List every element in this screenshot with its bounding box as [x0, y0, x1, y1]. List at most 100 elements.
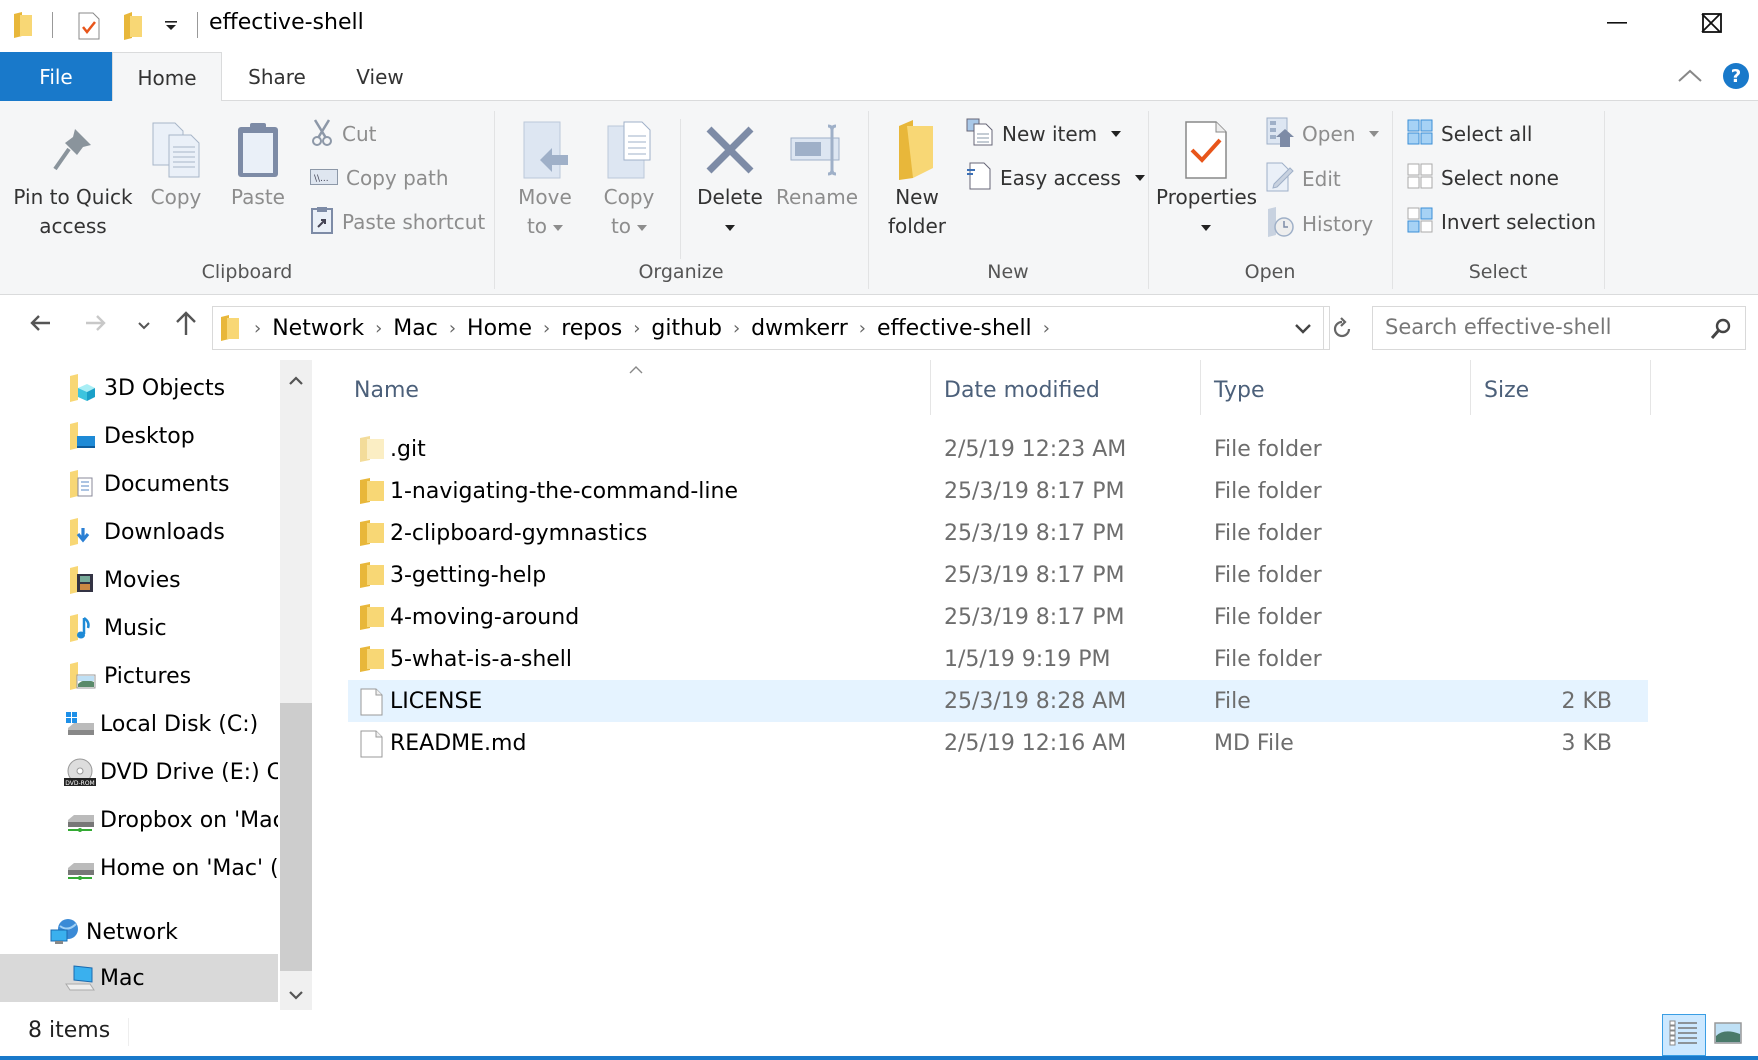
search-input[interactable] [1385, 315, 1705, 339]
breadcrumb-home[interactable]: Home [467, 307, 532, 349]
easy-access-button[interactable]: Easy access [966, 161, 1145, 195]
sidebar-item-network[interactable]: Network [0, 908, 278, 956]
up-button[interactable] [168, 308, 204, 342]
copy-path-button[interactable]: \\... Copy path [310, 161, 449, 195]
file-row[interactable]: README.md 2/5/19 12:16 AM MD File 3 KB [348, 722, 1648, 764]
breadcrumb-chevron-icon[interactable]: › [859, 318, 866, 339]
minimize-button[interactable] [1570, 0, 1664, 50]
tab-share[interactable]: Share [224, 52, 330, 101]
history-button[interactable]: History [1266, 206, 1373, 241]
paste-shortcut-button[interactable]: Paste shortcut [310, 205, 485, 239]
properties-dropdown[interactable] [1156, 212, 1256, 241]
column-divider[interactable] [930, 360, 931, 415]
breadcrumb-chevron-icon[interactable]: › [254, 318, 261, 339]
scroll-up-icon[interactable] [288, 372, 304, 385]
address-history-dropdown-icon[interactable] [1293, 321, 1313, 335]
pin-to-quick-access-button[interactable]: Pin to Quick access [10, 117, 136, 241]
copy-button[interactable]: Copy [140, 117, 212, 212]
sidebar-item-pictures[interactable]: Pictures [0, 652, 278, 700]
sidebar-item-movies[interactable]: Movies [0, 556, 278, 604]
sidebar-item-mac[interactable]: Mac [0, 954, 278, 1002]
file-row[interactable]: 2-clipboard-gymnastics 25/3/19 8:17 PM Fil… [348, 512, 1648, 554]
file-row[interactable]: .git 2/5/19 12:23 AM File folder [348, 428, 1648, 470]
tab-home[interactable]: Home [112, 52, 222, 102]
breadcrumb-effective-shell[interactable]: effective-shell [877, 307, 1032, 349]
sidebar-item-documents[interactable]: Documents [0, 460, 278, 508]
paste-button[interactable]: Paste [222, 117, 294, 212]
sidebar-item-dvd-drive[interactable]: DVD-ROM DVD Drive (E:) CD [0, 748, 278, 796]
breadcrumb-github[interactable]: github [651, 307, 722, 349]
breadcrumb-chevron-icon[interactable]: › [375, 318, 382, 339]
new-item-button[interactable]: New item [966, 117, 1122, 151]
column-header-date-modified[interactable]: Date modified [944, 365, 1100, 415]
close-button[interactable] [1664, 0, 1758, 50]
dvd-drive-icon: DVD-ROM [64, 758, 96, 787]
breadcrumb-chevron-icon[interactable]: › [1043, 318, 1050, 339]
sidebar-item-downloads[interactable]: Downloads [0, 508, 278, 556]
search-icon[interactable] [1709, 317, 1733, 341]
file-name: 3-getting-help [390, 562, 547, 588]
sidebar-scrollbar[interactable] [280, 360, 312, 1010]
tab-view[interactable]: View [330, 52, 430, 101]
address-bar[interactable]: › Network › Mac › Home › repos › github … [212, 306, 1351, 350]
forward-button[interactable] [78, 308, 114, 342]
breadcrumb-chevron-icon[interactable]: › [633, 318, 640, 339]
breadcrumb-dwmkerr[interactable]: dwmkerr [751, 307, 848, 349]
delete-dropdown[interactable] [690, 212, 770, 241]
search-box[interactable] [1372, 306, 1746, 350]
properties-icon[interactable] [78, 12, 100, 40]
downloads-icon [68, 518, 96, 546]
details-view-button[interactable] [1662, 1014, 1706, 1056]
rename-button[interactable]: Rename [776, 117, 858, 212]
breadcrumb-mac[interactable]: Mac [393, 307, 438, 349]
sidebar-scrollbar-thumb[interactable] [280, 703, 312, 971]
open-button[interactable]: Open [1266, 117, 1380, 151]
column-header-type[interactable]: Type [1214, 365, 1265, 415]
recent-locations-button[interactable] [132, 308, 156, 342]
scroll-down-icon[interactable] [288, 986, 304, 1000]
breadcrumb-repos[interactable]: repos [561, 307, 622, 349]
properties-button[interactable]: Properties [1156, 117, 1257, 241]
column-divider[interactable] [1650, 360, 1651, 415]
large-icons-view-button[interactable] [1714, 1022, 1742, 1044]
sidebar-item-home-on-mac[interactable]: Home on 'Mac' ( [0, 844, 278, 892]
file-row[interactable]: 1-navigating-the-command-line 25/3/19 8:1… [348, 470, 1648, 512]
move-to-label-line2: to [508, 212, 582, 241]
column-header-size[interactable]: Size [1484, 365, 1529, 415]
breadcrumb-chevron-icon[interactable]: › [543, 318, 550, 339]
column-header-name[interactable]: Name [354, 365, 419, 415]
customize-qat-dropdown-icon[interactable] [164, 18, 178, 32]
refresh-icon[interactable] [1330, 317, 1354, 341]
edit-icon [1266, 162, 1294, 197]
file-row[interactable]: 4-moving-around 25/3/19 8:17 PM File folde… [348, 596, 1648, 638]
select-all-button[interactable]: Select all [1407, 117, 1532, 151]
file-row[interactable]: 3-getting-help 25/3/19 8:17 PM File folder [348, 554, 1648, 596]
minimize-icon [1606, 12, 1628, 38]
tab-file[interactable]: File [0, 52, 112, 101]
select-none-button[interactable]: Select none [1407, 161, 1559, 195]
breadcrumb-chevron-icon[interactable]: › [449, 318, 456, 339]
back-button[interactable] [22, 308, 58, 342]
column-divider[interactable] [1470, 360, 1471, 415]
invert-selection-button[interactable]: Invert selection [1407, 205, 1596, 239]
move-to-label-line1: Move [518, 185, 572, 209]
file-row[interactable]: 5-what-is-a-shell 1/5/19 9:19 PM File fold… [348, 638, 1648, 680]
file-row[interactable]: LICENSE 25/3/19 8:28 AM File 2 KB [348, 680, 1648, 722]
sidebar-item-desktop[interactable]: Desktop [0, 412, 278, 460]
column-divider[interactable] [1200, 360, 1201, 415]
edit-button[interactable]: Edit [1266, 162, 1341, 196]
copy-to-button[interactable]: Copy to [592, 117, 666, 241]
sidebar-item-3d-objects[interactable]: 3D Objects [0, 364, 278, 412]
sidebar-item-local-disk[interactable]: Local Disk (C:) [0, 700, 278, 748]
cut-button[interactable]: Cut [310, 117, 376, 151]
breadcrumb-chevron-icon[interactable]: › [733, 318, 740, 339]
breadcrumb-network[interactable]: Network [272, 307, 364, 349]
new-folder-button[interactable]: New folder [876, 117, 958, 241]
sidebar-item-dropbox-on-mac[interactable]: Dropbox on 'Mac [0, 796, 278, 844]
delete-button[interactable]: Delete [690, 117, 770, 241]
collapse-ribbon-icon[interactable] [1676, 66, 1704, 86]
move-to-button[interactable]: Move to [508, 117, 582, 241]
help-icon[interactable]: ? [1722, 62, 1750, 90]
sidebar-item-music[interactable]: Music [0, 604, 278, 652]
new-folder-icon[interactable] [124, 12, 142, 40]
